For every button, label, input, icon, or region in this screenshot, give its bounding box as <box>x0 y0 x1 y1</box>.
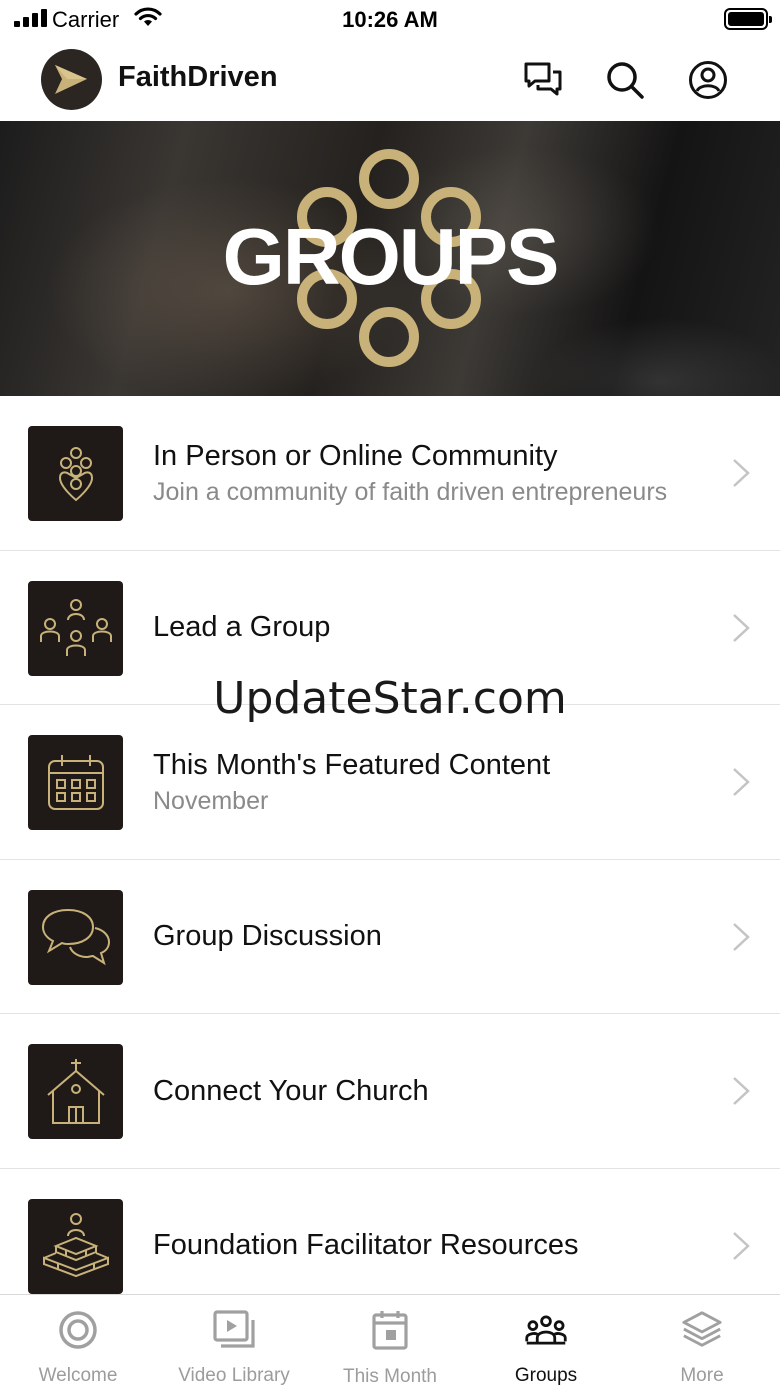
chat-bubbles-icon[interactable] <box>521 58 565 102</box>
circle-icon <box>57 1309 99 1350</box>
chevron-right-icon <box>733 1077 750 1105</box>
list-item-connect-church[interactable]: Connect Your Church <box>0 1014 780 1169</box>
church-icon <box>28 1044 123 1139</box>
foundation-icon <box>28 1198 123 1294</box>
chevron-right-icon <box>733 459 750 487</box>
tab-label: Welcome <box>38 1365 118 1386</box>
calendar-icon <box>28 735 123 830</box>
hero-title: GROUPS <box>222 212 560 301</box>
location-people-icon <box>28 426 123 521</box>
chevron-right-icon <box>733 768 750 796</box>
item-title: Foundation Facilitator Resources <box>153 1229 579 1262</box>
groups-icon <box>525 1309 567 1350</box>
discussion-icon <box>28 889 123 985</box>
item-title: Connect Your Church <box>153 1074 429 1107</box>
chevron-right-icon <box>733 1231 750 1260</box>
tab-groups[interactable]: Groups <box>468 1295 624 1387</box>
video-library-icon <box>213 1309 255 1350</box>
item-title: In Person or Online Community <box>153 439 558 472</box>
battery-icon <box>724 8 772 30</box>
faithdriven-logo[interactable] <box>41 49 102 110</box>
play-arrow-icon <box>55 65 87 94</box>
groups-hero-banner: GROUPS <box>0 121 780 396</box>
layers-icon <box>681 1309 723 1350</box>
app-header: FaithDriven <box>0 40 780 121</box>
tab-bar: Welcome Video Library This Month Groups … <box>0 1294 780 1387</box>
list-item-community[interactable]: In Person or Online Community Join a com… <box>0 396 780 551</box>
item-title: This Month's Featured Content <box>153 748 551 781</box>
item-subtitle: November <box>153 786 269 815</box>
item-subtitle: Join a community of faith driven entrepr… <box>153 477 668 506</box>
clock: 10:26 AM <box>342 7 438 32</box>
chevron-right-icon <box>733 613 750 642</box>
calendar-icon <box>369 1309 411 1351</box>
tab-label: More <box>680 1365 724 1386</box>
status-bar: Carrier 10:26 AM <box>0 0 780 40</box>
group-leader-icon <box>28 580 123 676</box>
list-item-group-discussion[interactable]: Group Discussion <box>0 859 780 1014</box>
tab-label: Groups <box>514 1365 578 1386</box>
tab-label: Video Library <box>178 1365 290 1386</box>
item-title: Group Discussion <box>153 920 382 953</box>
tab-this-month[interactable]: This Month <box>312 1295 468 1387</box>
search-icon[interactable] <box>603 58 647 102</box>
list-item-featured-content[interactable]: This Month's Featured Content November <box>0 705 780 860</box>
watermark: UpdateStar.com <box>213 673 567 724</box>
account-icon[interactable] <box>686 58 730 102</box>
tab-video-library[interactable]: Video Library <box>156 1295 312 1387</box>
app-name: FaithDriven <box>118 61 278 93</box>
tab-more[interactable]: More <box>624 1295 780 1387</box>
chevron-right-icon <box>733 922 750 951</box>
tab-welcome[interactable]: Welcome <box>0 1295 156 1387</box>
item-title: Lead a Group <box>153 611 331 644</box>
tab-label: This Month <box>343 1366 437 1387</box>
groups-menu-list: In Person or Online Community Join a com… <box>0 396 780 1323</box>
